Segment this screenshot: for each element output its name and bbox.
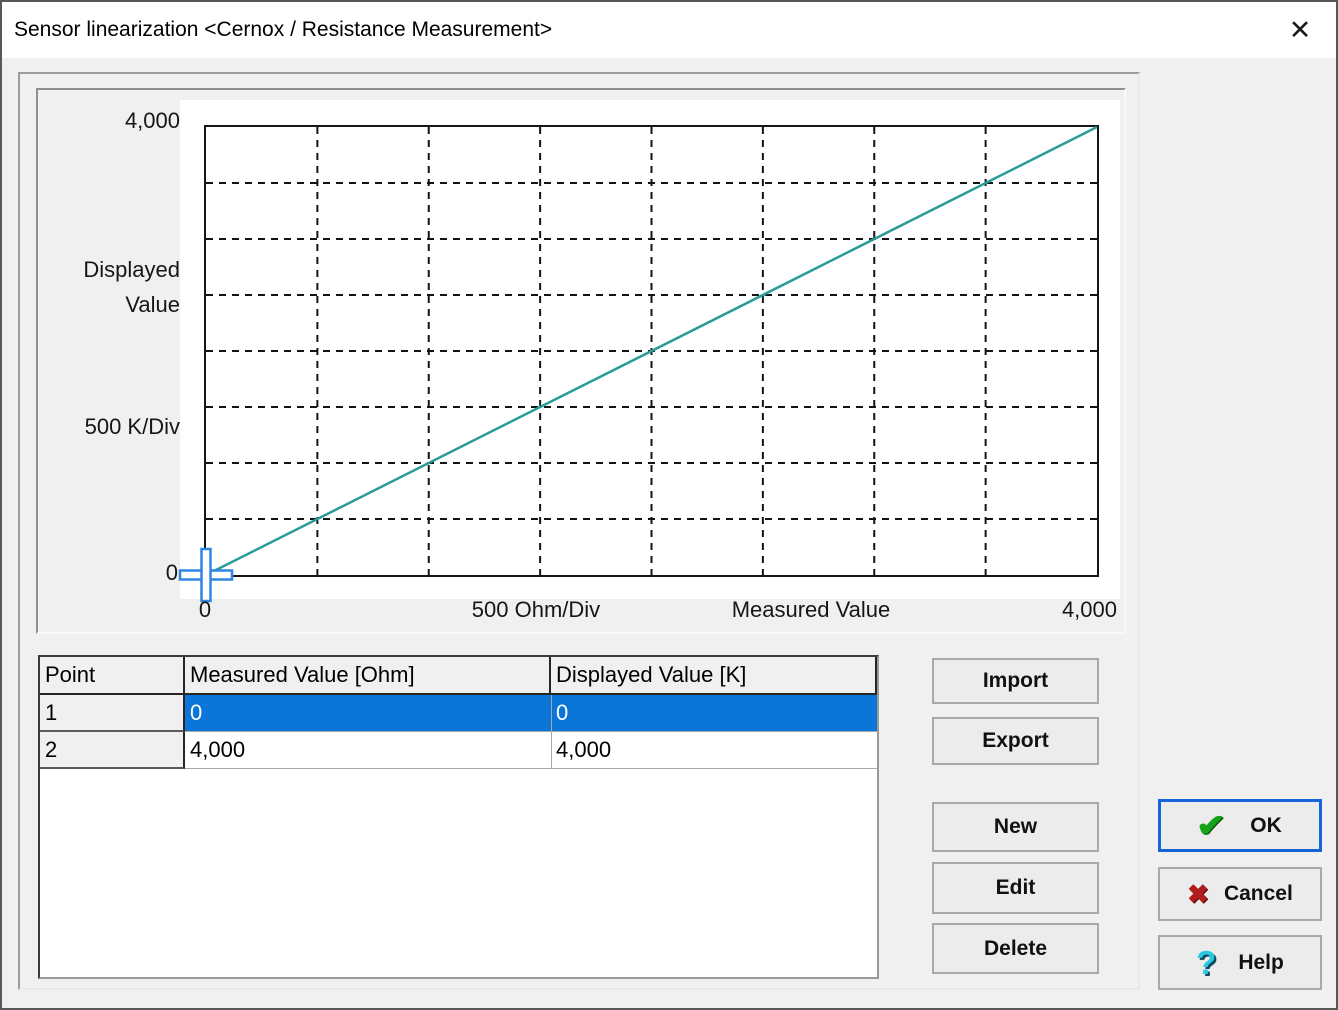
table-header-row: Point Measured Value [Ohm] Displayed Val… — [40, 657, 877, 695]
sensor-linearization-dialog: Sensor linearization <Cernox / Resistanc… — [0, 0, 1338, 1010]
window-title: Sensor linearization <Cernox / Resistanc… — [2, 18, 552, 42]
help-button[interactable]: ? Help — [1158, 935, 1322, 990]
column-header-point: Point — [40, 657, 185, 695]
check-icon: ✔ — [1196, 810, 1226, 841]
cancel-button-label: Cancel — [1224, 882, 1293, 906]
edit-button[interactable]: Edit — [932, 862, 1099, 914]
delete-button[interactable]: Delete — [932, 923, 1099, 974]
table-row[interactable]: 2 4,000 4,000 — [40, 732, 877, 769]
cell-displayed: 0 — [551, 695, 877, 732]
y-axis-div-label: 500 K/Div — [50, 414, 180, 440]
y-axis-max-tick: 4,000 — [40, 108, 180, 134]
points-table: Point Measured Value [Ohm] Displayed Val… — [38, 655, 879, 979]
close-icon[interactable]: ✕ — [1278, 2, 1322, 58]
title-bar: Sensor linearization <Cernox / Resistanc… — [2, 2, 1336, 58]
column-header-measured: Measured Value [Ohm] — [185, 657, 551, 695]
import-button[interactable]: Import — [932, 658, 1099, 704]
ok-button[interactable]: ✔ OK — [1158, 799, 1322, 852]
x-axis-min-tick: 0 — [180, 597, 230, 623]
cell-point: 2 — [40, 732, 185, 769]
question-mark-icon: ? — [1196, 946, 1216, 979]
column-header-displayed: Displayed Value [K] — [551, 657, 877, 695]
cell-displayed: 4,000 — [551, 732, 877, 769]
x-axis-div-label: 500 Ohm/Div — [426, 597, 646, 623]
y-axis-min-tick: 0 — [50, 560, 178, 586]
x-axis-title: Measured Value — [701, 597, 921, 623]
cell-point: 1 — [40, 695, 185, 732]
new-button[interactable]: New — [932, 802, 1099, 852]
x-axis-max-tick: 4,000 — [1002, 597, 1117, 623]
x-icon: ✖ — [1187, 881, 1209, 907]
export-button[interactable]: Export — [932, 717, 1099, 765]
ok-button-label: OK — [1250, 814, 1282, 838]
cancel-button[interactable]: ✖ Cancel — [1158, 867, 1322, 921]
cell-measured: 4,000 — [185, 732, 551, 769]
cell-measured: 0 — [185, 695, 551, 732]
linearization-curve-svg — [206, 127, 1097, 575]
y-axis-title: Displayed Value — [50, 252, 180, 322]
help-button-label: Help — [1238, 951, 1284, 975]
chart-plot[interactable] — [204, 125, 1099, 577]
table-row[interactable]: 1 0 0 — [40, 695, 877, 732]
